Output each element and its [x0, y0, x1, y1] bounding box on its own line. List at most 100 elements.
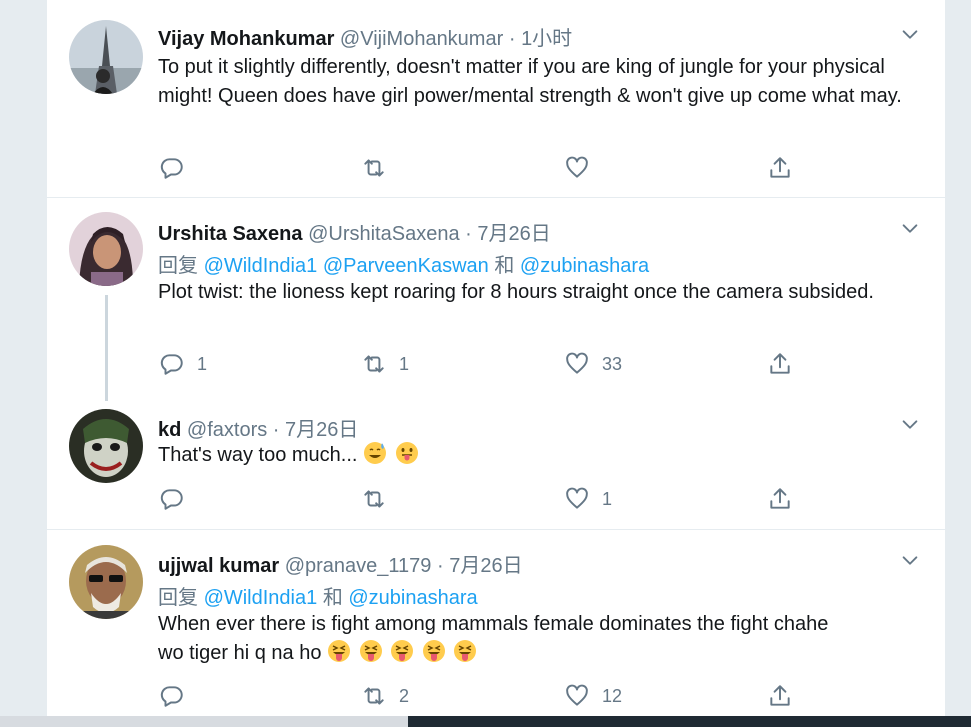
reply-count: 1	[197, 353, 208, 374]
reply-icon	[160, 354, 183, 375]
tweet-text: When ever there is fight among mammals f…	[158, 610, 928, 668]
separator-dot: ·	[272, 419, 280, 441]
share-icon	[770, 685, 790, 706]
separator-dot: ·	[508, 28, 516, 50]
retweet-button[interactable]	[361, 154, 399, 182]
mention-link[interactable]: @zubinashara	[348, 587, 477, 609]
tweet-header: Vijay Mohankumar @VijiMohankumar · 1小时	[158, 22, 572, 51]
avatar-photo	[69, 212, 143, 286]
squint-tongue-emoji	[454, 640, 477, 662]
user-handle[interactable]: @pranave_1179	[285, 555, 432, 577]
chevron-down-icon[interactable]	[899, 550, 921, 572]
share-button[interactable]	[767, 350, 793, 378]
reply-icon	[160, 489, 183, 510]
chevron-down-icon[interactable]	[899, 218, 921, 240]
replying-to: 回复 @WildIndia1 和 @zubinashara	[158, 581, 478, 610]
taskbar-dark-region	[408, 716, 971, 727]
user-handle[interactable]: @VijiMohankumar	[340, 28, 503, 50]
share-button[interactable]	[767, 154, 793, 182]
tweet[interactable]: Urshita Saxena @UrshitaSaxena · 7月26日 回复…	[47, 198, 945, 401]
reply-button[interactable]	[159, 682, 197, 710]
tweet-text-line: wo tiger hi q na ho	[158, 642, 322, 664]
share-icon	[770, 353, 790, 374]
tweet-header: Urshita Saxena @UrshitaSaxena · 7月26日	[158, 217, 551, 246]
like-button[interactable]: 1	[564, 485, 612, 513]
like-button[interactable]: 33	[564, 350, 622, 378]
timestamp[interactable]: 1小时	[521, 28, 572, 50]
like-icon	[566, 352, 588, 374]
tweet-text: To put it slightly differently, doesn't …	[158, 56, 902, 107]
avatar[interactable]	[69, 545, 143, 619]
reply-conj: 和	[494, 255, 515, 277]
tweet-header: ujjwal kumar @pranave_1179 · 7月26日	[158, 549, 523, 578]
share-button[interactable]	[767, 682, 793, 710]
chevron-down-icon[interactable]	[899, 414, 921, 436]
avatar-photo	[69, 409, 143, 483]
like-button[interactable]	[564, 154, 602, 182]
mention-link[interactable]: @WildIndia1	[204, 587, 318, 609]
reply-button[interactable]	[159, 485, 197, 513]
display-name[interactable]: ujjwal kumar	[158, 555, 279, 577]
tweet-header: kd @faxtors · 7月26日	[158, 413, 358, 442]
display-name[interactable]: Vijay Mohankumar	[158, 28, 334, 50]
separator-dot: ·	[437, 555, 444, 577]
like-icon	[566, 487, 588, 509]
reply-prefix: 回复	[158, 255, 198, 277]
reply-conj: 和	[322, 587, 343, 609]
retweet-icon	[364, 490, 384, 508]
share-button[interactable]	[767, 485, 793, 513]
timestamp[interactable]: 7月26日	[477, 223, 550, 245]
tweet-text: Plot twist: the lioness kept roaring for…	[158, 281, 874, 303]
retweet-icon	[364, 687, 384, 705]
replying-to: 回复 @WildIndia1 @ParveenKaswan 和 @zubinas…	[158, 249, 649, 278]
retweet-icon	[364, 355, 384, 373]
tweet[interactable]: Vijay Mohankumar @VijiMohankumar · 1小时 T…	[47, 0, 945, 197]
taskbar-strip	[0, 716, 971, 727]
retweet-button[interactable]	[361, 485, 399, 513]
tweet-text: That's way too much...	[158, 441, 928, 470]
timeline: Vijay Mohankumar @VijiMohankumar · 1小时 T…	[46, 0, 946, 727]
avatar-photo	[69, 20, 143, 94]
retweet-count: 1	[399, 353, 410, 374]
tweet[interactable]: ujjwal kumar @pranave_1179 · 7月26日 回复 @W…	[47, 530, 945, 727]
chevron-down-icon[interactable]	[899, 24, 921, 46]
like-count: 12	[602, 685, 623, 706]
squint-tongue-emoji	[328, 640, 350, 662]
retweet-button[interactable]: 2	[361, 682, 409, 710]
user-handle[interactable]: @UrshitaSaxena	[308, 223, 459, 245]
thread-line	[105, 295, 108, 401]
reply-button[interactable]: 1	[159, 350, 207, 378]
tweet[interactable]: kd @faxtors · 7月26日 That's way too much.…	[47, 398, 945, 529]
sweat-smile-emoji	[364, 442, 387, 464]
retweet-count: 2	[399, 685, 410, 706]
display-name[interactable]: kd	[158, 419, 181, 441]
mention-link[interactable]: @zubinashara	[520, 255, 649, 277]
avatar[interactable]	[69, 409, 143, 483]
reply-button[interactable]	[159, 154, 197, 182]
like-count: 1	[602, 488, 613, 509]
avatar[interactable]	[69, 20, 143, 94]
tweet-text-line: When ever there is fight among mammals f…	[158, 613, 829, 635]
reply-prefix: 回复	[158, 587, 198, 609]
like-icon	[566, 684, 588, 706]
retweet-icon	[364, 159, 384, 177]
avatar-photo	[69, 545, 143, 619]
display-name[interactable]: Urshita Saxena	[158, 223, 303, 245]
like-button[interactable]: 12	[564, 682, 622, 710]
user-handle[interactable]: @faxtors	[187, 419, 267, 441]
timestamp[interactable]: 7月26日	[285, 419, 358, 441]
squint-tongue-emoji	[359, 640, 382, 662]
mention-link[interactable]: @ParveenKaswan	[323, 255, 489, 277]
retweet-button[interactable]: 1	[361, 350, 409, 378]
reply-icon	[160, 158, 183, 179]
squint-tongue-emoji	[422, 640, 445, 662]
tweet-text-content: That's way too much...	[158, 444, 358, 466]
avatar[interactable]	[69, 212, 143, 286]
separator-dot: ·	[465, 223, 472, 245]
share-icon	[770, 157, 790, 178]
squint-tongue-emoji	[391, 640, 414, 662]
like-count: 33	[602, 353, 623, 374]
mention-link[interactable]: @WildIndia1	[204, 255, 318, 277]
tweet-text-line-emoji: wo tiger hi q na ho	[158, 639, 928, 668]
timestamp[interactable]: 7月26日	[449, 555, 522, 577]
